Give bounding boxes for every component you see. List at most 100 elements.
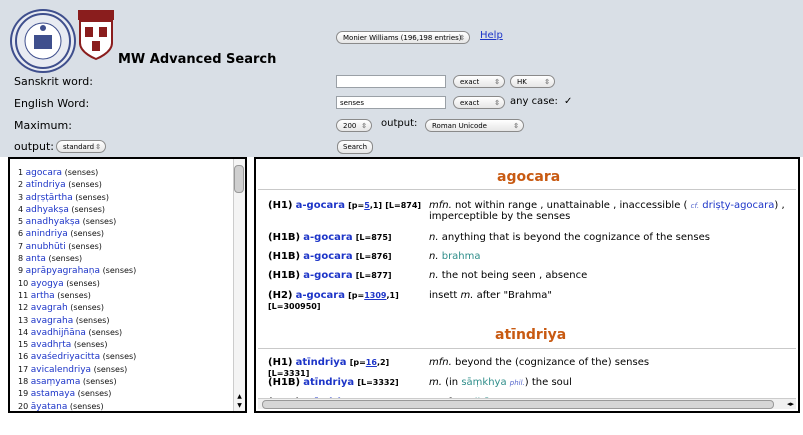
list-item-tag: (senses) [75, 192, 109, 202]
help-link[interactable]: Help [480, 30, 503, 41]
entry-meta: ,2] [376, 358, 390, 367]
output-mode-select[interactable]: standard ⇳ [56, 140, 106, 153]
entry-lnum: [L=3332] [357, 378, 399, 387]
entry-meta: ,1] [386, 291, 399, 300]
list-item-link[interactable]: adṛṣṭārtha [26, 193, 73, 203]
list-item-link[interactable]: artha [31, 291, 55, 301]
maximum-select[interactable]: 200 ⇳ [336, 119, 372, 132]
dictionary-select[interactable]: Monier Williams (196,198 entries) ⇳ [336, 31, 470, 44]
input-scheme-select[interactable]: HK ⇳ [510, 75, 555, 88]
scrollbar-thumb[interactable] [262, 400, 774, 409]
output-select[interactable]: Roman Unicode ⇳ [425, 119, 524, 132]
entry-code: (H2) [268, 290, 293, 301]
list-item[interactable]: 12 avagrah (senses) [18, 302, 233, 314]
list-item-link[interactable]: asaṃyama [31, 377, 81, 387]
entry-meta: [p= [348, 201, 365, 210]
list-item-link[interactable]: āyatana [31, 402, 68, 411]
list-item-link[interactable]: atīndriya [26, 180, 66, 190]
entry-headword-link[interactable]: a-gocara [303, 251, 352, 262]
list-item-link[interactable]: avicalendriya [31, 365, 91, 375]
scroll-arrows-icon[interactable]: ◂▸ [787, 399, 794, 409]
list-item-tag: (senses) [64, 168, 99, 177]
entry-headword-link[interactable]: a-gocara [296, 200, 345, 211]
list-item-link[interactable]: avadhṛta [31, 340, 72, 350]
scrollbar-thumb[interactable] [234, 165, 244, 193]
entry-meta: ,1] [369, 201, 383, 210]
list-item-number: 3 [18, 192, 24, 202]
list-item[interactable]: 10 ayogya (senses) [18, 278, 233, 290]
entry-meta: [p= [348, 291, 365, 300]
list-item-tag: (senses) [69, 401, 104, 411]
headword-heading: agocara [497, 169, 561, 185]
sanskrit-word-input[interactable] [336, 75, 446, 88]
list-item-tag: (senses) [102, 266, 137, 276]
sanskrit-match-select[interactable]: exact ⇳ [453, 75, 505, 88]
list-item[interactable]: 8 anta (senses) [18, 253, 233, 265]
entry-reference-link[interactable]: driṣṭy-agocara [702, 200, 774, 211]
entry-headword-link[interactable]: a-gocara [303, 270, 352, 281]
list-item-link[interactable]: avagraha [31, 316, 74, 326]
horizontal-scrollbar[interactable]: ◂▸ [258, 398, 796, 409]
list-item-tag: (senses) [82, 377, 117, 387]
list-item[interactable]: 11 artha (senses) [18, 290, 233, 302]
list-item[interactable]: 14 avadhijñāna (senses) [18, 327, 233, 339]
list-item-link[interactable]: adhyakṣa [26, 205, 69, 215]
list-item-link[interactable]: avadhijñāna [31, 328, 86, 338]
updown-arrow-icon: ⇳ [494, 99, 500, 107]
entry-text: m. (in sāṃkhya phil.) the soul [429, 377, 798, 388]
entry-lnum: [L=876] [355, 252, 392, 261]
list-item-number: 12 [18, 303, 29, 313]
list-item[interactable]: 3 adṛṣṭārtha (senses) [18, 192, 233, 204]
list-scrollbar[interactable]: ▲ ▼ [233, 159, 245, 411]
list-item[interactable]: 6 anindriya (senses) [18, 228, 233, 240]
list-item[interactable]: 7 anubhūti (senses) [18, 241, 233, 253]
list-item-link[interactable]: astamaya [31, 389, 75, 399]
list-item[interactable]: 5 anadhyakṣa (senses) [18, 216, 233, 228]
entry-headword-link[interactable]: a-gocara [296, 290, 345, 301]
list-item-link[interactable]: anubhūti [26, 242, 66, 252]
english-word-label: English Word: [14, 97, 90, 110]
entry-text: mfn. beyond the (cognizance of the) sens… [429, 357, 798, 368]
list-item[interactable]: 19 astamaya (senses) [18, 388, 233, 400]
list-item[interactable]: 13 avagraha (senses) [18, 315, 233, 327]
list-item[interactable]: 15 avadhṛta (senses) [18, 339, 233, 351]
list-item[interactable]: 18 asaṃyama (senses) [18, 376, 233, 388]
entry-label: (H1) atīndriya [p=16,2] [L=3331] [268, 357, 428, 379]
maximum-label: Maximum: [14, 119, 72, 132]
page-link[interactable]: 16 [366, 358, 377, 367]
scroll-up-icon[interactable]: ▲ [235, 393, 244, 401]
list-item[interactable]: 16 avaśedriyacitta (senses) [18, 351, 233, 363]
list-item-link[interactable]: anindriya [26, 229, 68, 239]
entry-headword-link[interactable]: a-gocara [303, 232, 352, 243]
list-item-link[interactable]: anta [26, 254, 46, 264]
checkbox-icon[interactable]: ✓ [564, 97, 574, 107]
list-item[interactable]: 4 adhyakṣa (senses) [18, 204, 233, 216]
dictionary-select-value: Monier Williams (196,198 entries) [343, 34, 462, 42]
entry-headword-link[interactable]: atīndriya [296, 357, 347, 368]
english-word-input[interactable]: senses [336, 96, 446, 109]
list-item-link[interactable]: avagrah [31, 303, 68, 313]
list-item[interactable]: 2 atīndriya (senses) [18, 179, 233, 191]
list-item-link[interactable]: ayogya [31, 279, 64, 289]
english-match-select[interactable]: exact ⇳ [453, 96, 505, 109]
entry-headword-link[interactable]: atīndriya [303, 377, 354, 388]
list-item-link[interactable]: aprāpyagrahaṇa [26, 266, 100, 276]
list-item-link[interactable]: anadhyakṣa [26, 217, 80, 227]
list-item[interactable]: 20 āyatana (senses) [18, 401, 233, 411]
list-item[interactable]: 1 agocara (senses) [18, 167, 233, 179]
entry-label: (H1B) a-gocara [L=877] [268, 270, 428, 281]
search-button[interactable]: Search [337, 140, 374, 154]
results-list-panel: 1 agocara (senses) 2 atīndriya (senses) 3 … [8, 157, 247, 413]
list-item-link[interactable]: agocara [26, 168, 62, 178]
list-item-tag: (senses) [75, 315, 110, 325]
list-item[interactable]: 9 aprāpyagrahaṇa (senses) [18, 265, 233, 277]
list-item-link[interactable]: avaśedriyacitta [31, 352, 100, 362]
brown-shield-icon [77, 9, 115, 61]
list-item-number: 13 [18, 315, 29, 325]
page-link[interactable]: 1309 [364, 291, 386, 300]
output-value: Roman Unicode [432, 122, 487, 130]
list-item[interactable]: 17 avicalendriya (senses) [18, 364, 233, 376]
scroll-down-icon[interactable]: ▼ [235, 402, 244, 410]
list-item-tag: (senses) [77, 389, 112, 399]
list-item-number: 10 [18, 278, 29, 288]
